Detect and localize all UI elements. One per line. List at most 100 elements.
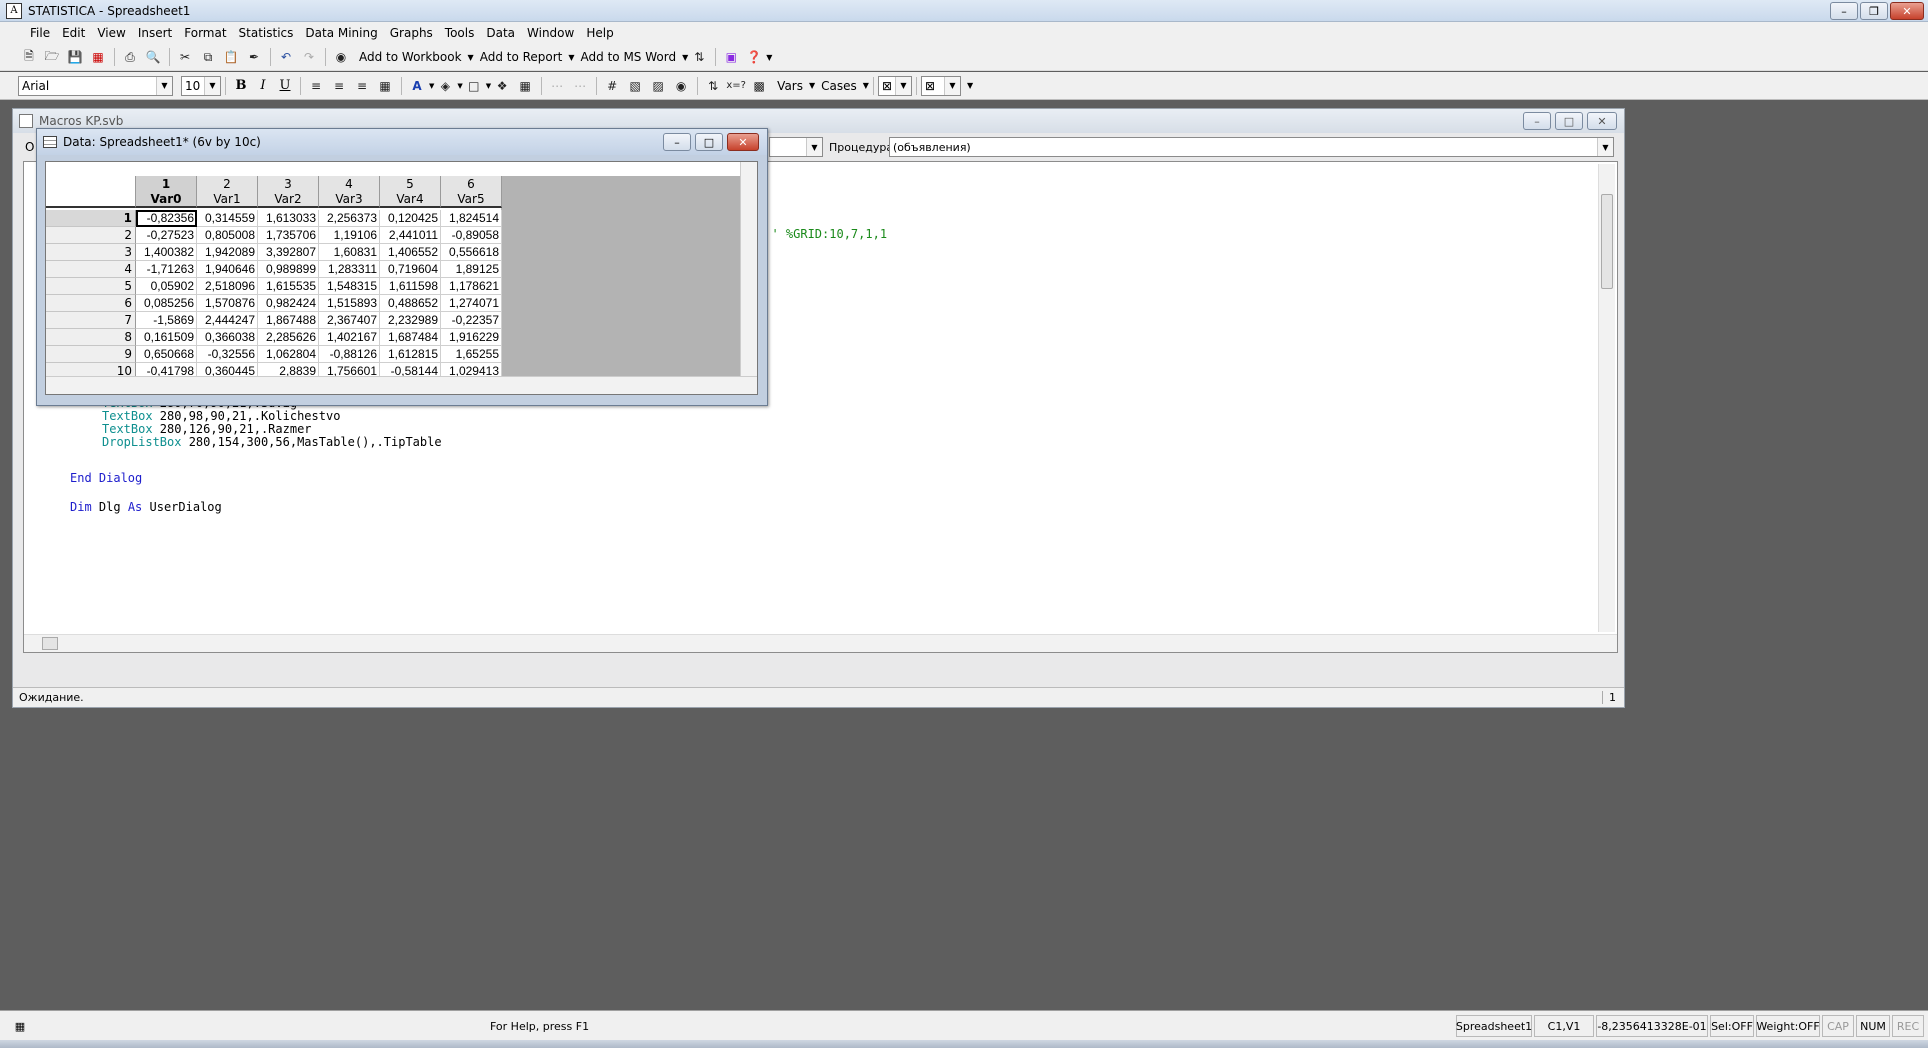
grid-cell[interactable]: 1,515893	[319, 295, 380, 312]
grid-cell[interactable]: 0,719604	[380, 261, 441, 278]
grid-horizontal-scrollbar[interactable]	[46, 376, 757, 394]
row-header[interactable]: 6	[46, 295, 136, 312]
find-binoculars-icon[interactable]: ◉	[330, 46, 352, 68]
menu-window[interactable]: Window	[521, 26, 580, 40]
editor-vertical-scroll-thumb[interactable]	[1601, 194, 1613, 289]
column-header[interactable]: 4 Var3	[319, 176, 380, 208]
grid-cell[interactable]: -0,82356	[136, 210, 197, 227]
grid-cell[interactable]: -0,88126	[319, 346, 380, 363]
grid-cell[interactable]: 2,232989	[380, 312, 441, 329]
row-header[interactable]: 7	[46, 312, 136, 329]
context-help-icon[interactable]: ❓	[743, 46, 765, 68]
menu-view[interactable]: View	[91, 26, 131, 40]
grid-cell[interactable]: 1,60831	[319, 244, 380, 261]
cases-icon[interactable]: ▨	[647, 75, 669, 97]
grid-cell[interactable]: 1,824514	[441, 210, 502, 227]
macro-maximize-button[interactable]: □	[1555, 112, 1583, 130]
grid-cell[interactable]: 2,285626	[258, 329, 319, 346]
status-selection[interactable]: Sel:OFF	[1710, 1015, 1754, 1037]
grid-cell[interactable]: 0,650668	[136, 346, 197, 363]
grid-cell[interactable]: 0,366038	[197, 329, 258, 346]
grid-cell[interactable]: -1,71263	[136, 261, 197, 278]
grid-cell[interactable]: 1,89125	[441, 261, 502, 278]
variables-icon[interactable]: ▧	[624, 75, 646, 97]
open-folder-icon[interactable]: 🗁	[41, 46, 63, 68]
statistics-by-groups-icon[interactable]: ▩	[748, 75, 770, 97]
row-header[interactable]: 4	[46, 261, 136, 278]
grid-cell[interactable]: 0,120425	[380, 210, 441, 227]
grid-cell[interactable]: 0,982424	[258, 295, 319, 312]
row-header[interactable]: 5	[46, 278, 136, 295]
grid-cell[interactable]: 1,402167	[319, 329, 380, 346]
grid-cell[interactable]: 0,488652	[380, 295, 441, 312]
grid-cell[interactable]: 0,989899	[258, 261, 319, 278]
object-select[interactable]: ▼	[769, 137, 823, 157]
column-header[interactable]: 5 Var4	[380, 176, 441, 208]
macro-close-button[interactable]: ✕	[1587, 112, 1617, 130]
align-left-icon[interactable]: ≡	[305, 75, 327, 97]
row-header[interactable]: 8	[46, 329, 136, 346]
grid-cell[interactable]: 1,940646	[197, 261, 258, 278]
grid-cell[interactable]: 1,274071	[441, 295, 502, 312]
fill-color-icon[interactable]: ◈	[434, 75, 456, 97]
font-color-icon[interactable]: A	[406, 75, 428, 97]
editor-horizontal-scroll-thumb[interactable]	[42, 637, 58, 650]
column-header[interactable]: 6 Var5	[441, 176, 502, 208]
print-preview-icon[interactable]: 🔍	[142, 46, 164, 68]
macro-minimize-button[interactable]: –	[1523, 112, 1551, 130]
grid-cell[interactable]: 1,65255	[441, 346, 502, 363]
menu-help[interactable]: Help	[580, 26, 619, 40]
grid-icon[interactable]: ▦	[514, 75, 536, 97]
grid-cell[interactable]: 0,161509	[136, 329, 197, 346]
grid-cell[interactable]: 1,916229	[441, 329, 502, 346]
add-to-msword-button[interactable]: Add to MS Word	[575, 50, 683, 64]
books-icon[interactable]: ▣	[720, 46, 742, 68]
spreadsheet-grid-icon[interactable]: #	[601, 75, 623, 97]
italic-icon[interactable]: I	[252, 75, 274, 97]
cases-menu-button[interactable]: Cases	[815, 79, 863, 93]
sheet-close-button[interactable]: ✕	[727, 133, 759, 151]
selection-conditions-select[interactable]: ⊠ ▼	[877, 75, 912, 96]
column-header[interactable]: 1 Var0	[136, 176, 197, 208]
grid-cell[interactable]: 1,548315	[319, 278, 380, 295]
sheet-maximize-button[interactable]: □	[695, 133, 723, 151]
redo-icon[interactable]: ↷	[298, 46, 320, 68]
menu-format[interactable]: Format	[178, 26, 232, 40]
grid-cell[interactable]: -0,32556	[197, 346, 258, 363]
copy-icon[interactable]: ⧉	[197, 46, 219, 68]
label-tag-icon[interactable]: ❖	[491, 75, 513, 97]
grid-cell[interactable]: -0,89058	[441, 227, 502, 244]
save-icon[interactable]: 💾	[64, 46, 86, 68]
grid-cell[interactable]: 2,367407	[319, 312, 380, 329]
menu-edit[interactable]: Edit	[56, 26, 91, 40]
font-size-select[interactable]: 10 ▼	[181, 75, 221, 96]
grid-cell[interactable]: 2,518096	[197, 278, 258, 295]
output-options-icon[interactable]: ⇅	[688, 46, 710, 68]
grid-cell[interactable]: 1,19106	[319, 227, 380, 244]
grid-cell[interactable]: 1,613033	[258, 210, 319, 227]
editor-horizontal-scrollbar[interactable]	[24, 634, 1617, 652]
vars-menu-button[interactable]: Vars	[771, 79, 809, 93]
editor-vertical-scrollbar[interactable]	[1598, 164, 1615, 632]
pdf-icon[interactable]: ▦	[87, 46, 109, 68]
grid-cell[interactable]: 0,085256	[136, 295, 197, 312]
grid-cell[interactable]: 0,805008	[197, 227, 258, 244]
paste-icon[interactable]: 📋	[220, 46, 242, 68]
menu-tools[interactable]: Tools	[439, 26, 481, 40]
minimize-button[interactable]: –	[1830, 2, 1858, 20]
grid-cell[interactable]: 1,400382	[136, 244, 197, 261]
menu-data[interactable]: Data	[480, 26, 521, 40]
grid-cell[interactable]: 1,283311	[319, 261, 380, 278]
toolbar-overflow-icon[interactable]: ▼	[766, 53, 772, 62]
print-icon[interactable]: ⎙	[119, 46, 141, 68]
grid-cell[interactable]: 1,612815	[380, 346, 441, 363]
formula-icon[interactable]: x=?	[725, 75, 747, 97]
menu-insert[interactable]: Insert	[132, 26, 178, 40]
toolbar-overflow-icon[interactable]: ▼	[967, 81, 973, 90]
grid-cell[interactable]: 1,406552	[380, 244, 441, 261]
grid-cell[interactable]: 0,05902	[136, 278, 197, 295]
format-painter-icon[interactable]: ✒	[243, 46, 265, 68]
restore-button[interactable]: ❐	[1860, 2, 1888, 20]
row-header[interactable]: 3	[46, 244, 136, 261]
row-header[interactable]: 2	[46, 227, 136, 244]
